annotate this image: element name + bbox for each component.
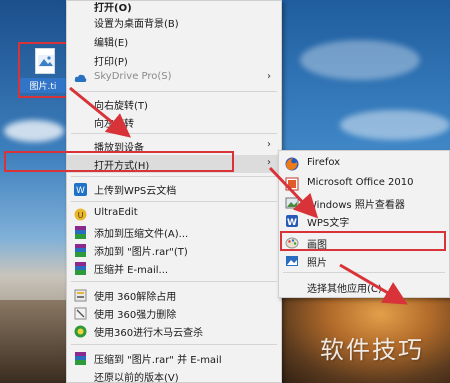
menu-item-label: 添加到 "图片.rar"(T) xyxy=(94,247,188,258)
menu-item-edit[interactable]: 编辑(E) xyxy=(67,32,281,50)
svg-text:U: U xyxy=(78,211,84,220)
chevron-right-icon: › xyxy=(267,157,271,168)
desktop-file-icon[interactable]: 图片.ti xyxy=(18,42,68,98)
submenu-item-firefox[interactable]: Firefox xyxy=(279,155,449,173)
menu-divider xyxy=(71,133,277,134)
menu-item-restore-previous-versions[interactable]: 还原以前的版本(V) xyxy=(67,367,281,383)
menu-item-compress-and-email[interactable]: 压缩并 E-mail... xyxy=(67,259,281,277)
menu-divider xyxy=(71,91,277,92)
360-scan-icon xyxy=(74,325,87,338)
menu-divider xyxy=(71,201,277,202)
svg-text:W: W xyxy=(287,218,297,228)
menu-item-set-desktop-background[interactable]: 设置为桌面背景(B) xyxy=(67,13,281,31)
menu-divider xyxy=(71,176,277,177)
menu-item-rotate-right[interactable]: 向右旋转(T) xyxy=(67,95,281,113)
menu-item-360-force-delete[interactable]: 使用 360强力删除 xyxy=(67,304,281,322)
image-file-icon xyxy=(35,48,55,74)
submenu-item-windows-photo-viewer[interactable]: Windows 照片查看器 xyxy=(279,194,449,212)
menu-item-label: 打开(O) xyxy=(94,3,132,14)
context-menu: 打开(O) 设置为桌面背景(B) 编辑(E) 打印(P) SkyDrive Pr… xyxy=(66,0,282,383)
winrar-icon xyxy=(74,244,87,257)
menu-divider xyxy=(71,344,277,345)
menu-item-label: UltraEdit xyxy=(94,207,138,218)
menu-item-label: 打印(P) xyxy=(94,57,128,68)
winrar-icon xyxy=(74,262,87,275)
firefox-icon xyxy=(285,157,299,171)
cloud-icon xyxy=(74,72,87,85)
360-delete-icon xyxy=(74,307,87,320)
menu-item-label: SkyDrive Pro(S) xyxy=(94,71,172,82)
menu-item-360-unlock[interactable]: 使用 360解除占用 xyxy=(67,286,281,304)
submenu-item-choose-another-app[interactable]: 选择其他应用(C) xyxy=(279,278,449,296)
winrar-icon xyxy=(74,352,87,365)
submenu-divider xyxy=(283,272,445,273)
submenu-item-label: 选择其他应用(C) xyxy=(307,284,382,295)
cloud-decoration xyxy=(4,120,64,142)
menu-item-label: 使用360进行木马云查杀 xyxy=(94,328,204,339)
submenu-item-wps-writer[interactable]: W WPS文字 xyxy=(279,212,449,230)
menu-item-rotate-left[interactable]: 向左旋转 xyxy=(67,113,281,131)
svg-text:W: W xyxy=(76,186,85,196)
menu-item-print[interactable]: 打印(P) xyxy=(67,51,281,69)
submenu-item-microsoft-office[interactable]: Microsoft Office 2010 xyxy=(279,175,449,193)
desktop-rocks-left xyxy=(0,300,70,383)
menu-item-upload-wps-cloud[interactable]: W 上传到WPS云文档 xyxy=(67,180,281,198)
chevron-right-icon: › xyxy=(267,71,271,82)
open-with-submenu: Firefox Microsoft Office 2010 Windows 照片… xyxy=(278,150,450,298)
menu-item-label: 压缩并 E-mail... xyxy=(94,265,169,276)
menu-item-add-to-archive[interactable]: 添加到压缩文件(A)... xyxy=(67,223,281,241)
wps-writer-icon: W xyxy=(285,214,299,228)
office-icon xyxy=(285,177,299,191)
paint-highlight-frame xyxy=(280,231,446,251)
winrar-icon xyxy=(74,226,87,239)
desktop-file-label: 图片.ti xyxy=(20,78,66,93)
submenu-item-label: WPS文字 xyxy=(307,218,350,229)
menu-item-ultraedit[interactable]: U UltraEdit xyxy=(67,205,281,223)
watermark: 软件技巧 xyxy=(320,336,424,364)
menu-item-add-to-rar[interactable]: 添加到 "图片.rar"(T) xyxy=(67,241,281,259)
submenu-item-label: Windows 照片查看器 xyxy=(307,200,405,211)
submenu-item-label: 照片 xyxy=(307,258,327,269)
menu-item-label: 上传到WPS云文档 xyxy=(94,186,177,197)
menu-item-label: 使用 360解除占用 xyxy=(94,292,177,303)
menu-item-label: 设置为桌面背景(B) xyxy=(94,19,179,30)
menu-item-compress-to-rar-email[interactable]: 压缩到 "图片.rar" 并 E-mail xyxy=(67,349,281,367)
submenu-item-photos[interactable]: 照片 xyxy=(279,252,449,270)
menu-item-skydrive-pro[interactable]: SkyDrive Pro(S) › xyxy=(67,69,281,87)
photos-icon xyxy=(285,254,299,268)
menu-divider xyxy=(71,281,277,282)
menu-item-label: 向左旋转 xyxy=(94,119,134,130)
ultraedit-icon: U xyxy=(74,208,87,221)
cloud-decoration xyxy=(340,110,450,140)
wps-cloud-icon: W xyxy=(74,183,87,196)
photo-viewer-icon xyxy=(285,196,299,210)
open-with-highlight-frame xyxy=(4,151,234,172)
submenu-item-label: Microsoft Office 2010 xyxy=(307,177,414,188)
menu-item-label: 压缩到 "图片.rar" 并 E-mail xyxy=(94,355,222,366)
menu-item-label: 向右旋转(T) xyxy=(94,101,148,112)
menu-item-label: 编辑(E) xyxy=(94,38,129,49)
chevron-right-icon: › xyxy=(267,139,271,150)
cloud-decoration xyxy=(300,40,420,80)
menu-item-label: 使用 360强力删除 xyxy=(94,310,177,321)
menu-item-label: 还原以前的版本(V) xyxy=(94,373,179,383)
menu-item-360-trojan-scan[interactable]: 使用360进行木马云查杀 xyxy=(67,322,281,340)
menu-item-label: 添加到压缩文件(A)... xyxy=(94,229,189,240)
360-unlock-icon xyxy=(74,289,87,302)
submenu-item-label: Firefox xyxy=(307,157,341,168)
